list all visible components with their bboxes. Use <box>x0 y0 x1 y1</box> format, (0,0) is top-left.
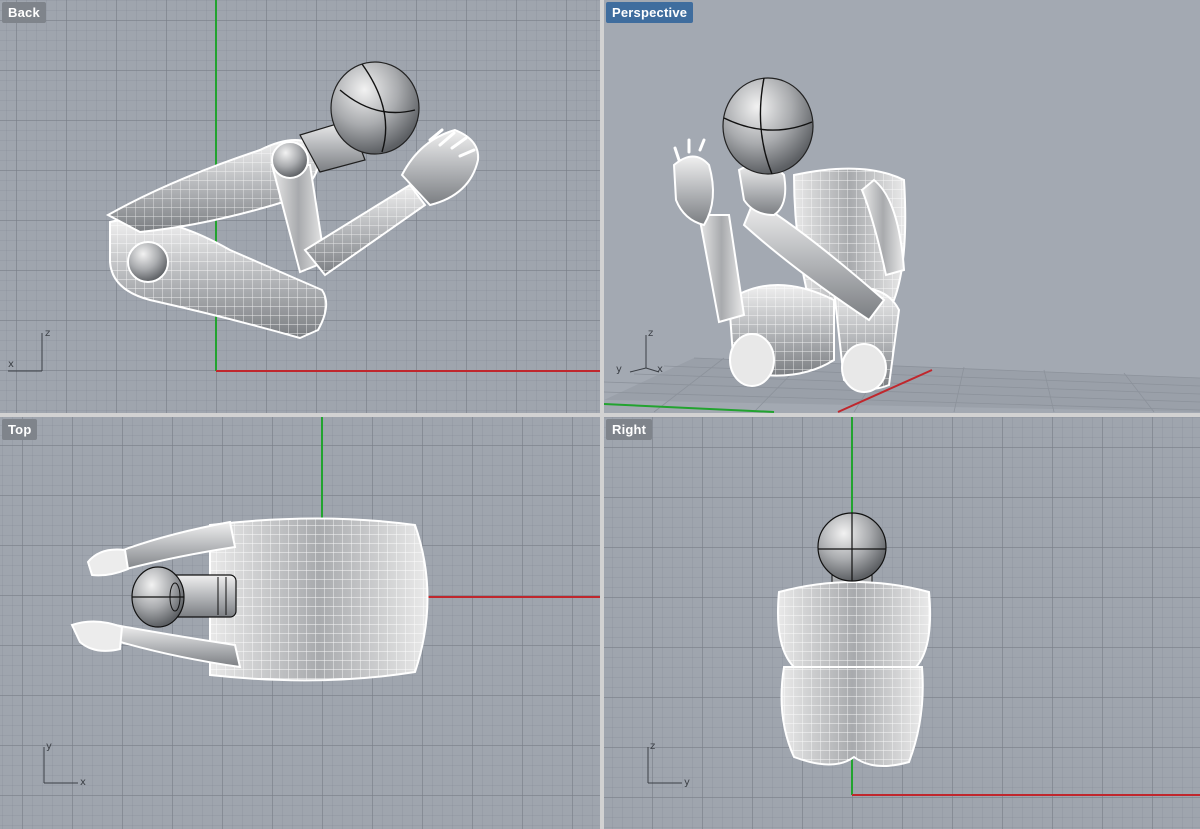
robot-model-perspective[interactable] <box>672 77 907 393</box>
viewport-title-back[interactable]: Back <box>2 2 46 23</box>
top-scene: y x <box>43 417 600 788</box>
perspective-ground-grid <box>604 357 1200 413</box>
axis-label-x: x <box>80 777 86 788</box>
perspective-scene: z x y <box>604 77 1200 413</box>
axis-label-x: x <box>657 364 663 375</box>
axis-label-y: y <box>684 777 690 788</box>
axis-label-y: y <box>46 741 52 752</box>
robot-model-top[interactable] <box>70 517 429 682</box>
viewport-top[interactable]: Top y x <box>0 417 600 829</box>
axis-label-z: z <box>45 328 50 339</box>
viewport-title-right[interactable]: Right <box>606 419 653 440</box>
axis-label-z: z <box>648 328 653 339</box>
viewport-back[interactable]: Back z x <box>0 0 600 413</box>
axis-triad-perspective: z x y <box>616 328 663 375</box>
robot-model-back[interactable] <box>105 61 480 340</box>
viewport-title-perspective[interactable]: Perspective <box>606 2 694 23</box>
viewport-right[interactable]: Right z y <box>604 417 1200 829</box>
axis-label-z: z <box>650 741 655 752</box>
robot-model-right[interactable] <box>777 512 932 767</box>
axis-triad-back: z x <box>8 328 50 372</box>
axis-triad-right: z y <box>647 741 690 788</box>
axis-label-x: x <box>8 359 14 370</box>
back-scene: z x <box>8 0 600 372</box>
viewport-title-top[interactable]: Top <box>2 419 38 440</box>
viewport-perspective[interactable]: Perspective z x y <box>604 0 1200 413</box>
four-viewport-layout: Back z x Perspective z x y Top y x Right… <box>0 0 1200 829</box>
world-axis-y-line <box>604 403 775 413</box>
axis-label-y: y <box>616 364 622 375</box>
axis-triad-top: y x <box>43 741 86 788</box>
right-scene: z y <box>647 417 1200 796</box>
